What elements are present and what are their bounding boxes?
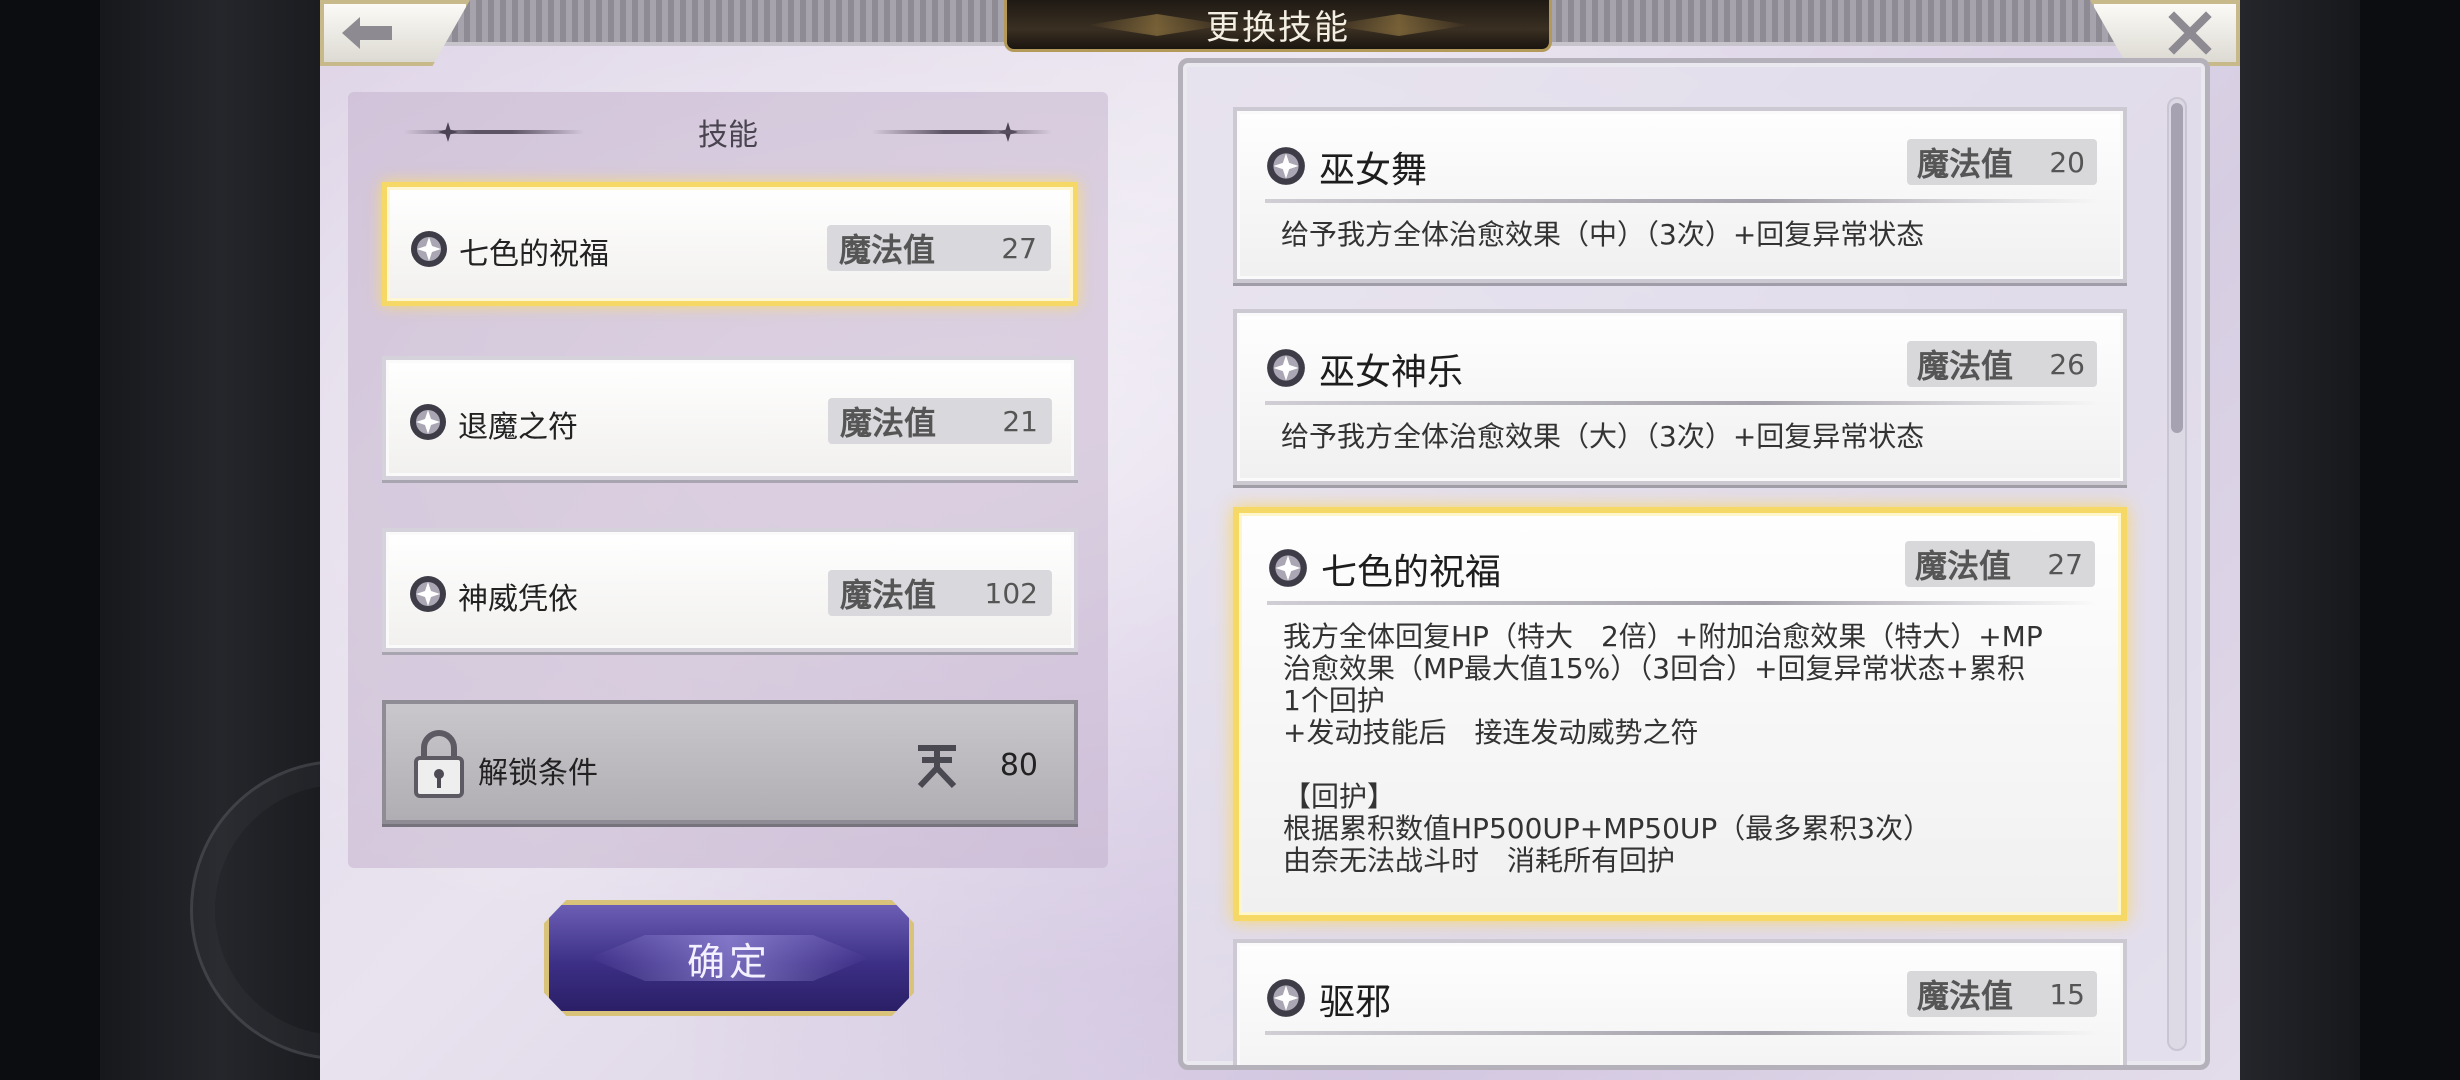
tian-emblem-icon [917,745,957,789]
skill-card-3[interactable]: 七色的祝福 魔法值 27 我方全体回复HP（特大 2倍）+附加治愈效果（特大）+… [1233,507,2127,921]
close-icon [2168,11,2212,55]
skill-card-1[interactable]: 巫女舞 魔法值 20 给予我方全体治愈效果（中）（3次）+回复异常状态 [1233,107,2127,283]
skill-gear-icon [410,404,446,440]
mp-cost-box: 魔法值 26 [1907,341,2097,387]
skill-description: 我方全体回复HP（特大 2倍）+附加治愈效果（特大）+MP 治愈效果（MP最大值… [1283,620,2043,877]
close-button[interactable] [2090,0,2240,66]
skill-name: 七色的祝福 [459,237,609,272]
mp-cost-value: 26 [2049,347,2085,381]
skill-gear-icon [1267,147,1305,185]
equipped-skill-slot-1[interactable]: 七色的祝福 魔法值 27 [382,182,1078,306]
back-button[interactable] [320,0,470,66]
panel-header: 技能 [348,112,1108,153]
skill-gear-icon [1267,979,1305,1017]
mp-cost-box: 魔法值 21 [828,398,1052,444]
confirm-label: 确定 [686,939,771,984]
locked-skill-slot[interactable]: 解锁条件 80 [382,700,1078,824]
confirm-button[interactable]: 确定 [544,900,914,1016]
skill-gear-icon [410,576,446,612]
scrollbar-thumb[interactable] [2171,103,2183,433]
mp-cost-box: 魔法值 27 [1905,541,2095,587]
skill-name: 神威凭依 [458,582,578,617]
unlock-condition-value: 80 [999,748,1038,783]
unlock-condition-label: 解锁条件 [478,756,598,791]
skill-gear-icon [1267,349,1305,387]
skill-name: 退魔之符 [458,410,578,445]
skill-card-2[interactable]: 巫女神乐 魔法值 26 给予我方全体治愈效果（大）（3次）+回复异常状态 [1233,309,2127,485]
mp-cost-value: 102 [984,576,1038,610]
mp-cost-box: 魔法值 102 [828,570,1052,616]
equipped-skill-slot-2[interactable]: 退魔之符 魔法值 21 [382,356,1078,480]
scrollbar[interactable] [2167,97,2187,1051]
mp-cost-value: 20 [2049,145,2085,179]
arrow-left-icon [342,17,392,49]
panel-header-label: 技能 [698,118,758,153]
title-plate: 更换技能 [1004,0,1552,52]
skill-name: 七色的祝福 [1321,552,1502,593]
skill-description: 给予我方全体治愈效果（大）（3次）+回复异常状态 [1281,420,1925,453]
page-title: 更换技能 [1206,8,1350,48]
left-dark-backdrop [100,0,490,1080]
equipped-skill-slot-3[interactable]: 神威凭依 魔法值 102 [382,528,1078,652]
mp-cost-value: 21 [1002,404,1038,438]
skill-name: 驱邪 [1319,982,1392,1023]
skill-name: 巫女神乐 [1319,352,1464,393]
mp-cost-value: 27 [2047,547,2083,581]
mp-cost-box: 魔法值 15 [1907,971,2097,1017]
skill-card-4[interactable]: 驱邪 魔法值 15 [1233,939,2127,1065]
mp-cost-value: 15 [2049,977,2085,1011]
skill-name: 巫女舞 [1319,150,1428,191]
skill-gear-icon [1269,549,1307,587]
mp-cost-value: 27 [1001,231,1037,265]
padlock-icon [414,730,464,798]
equipped-skills-panel: 技能 七色的祝福 魔法值 27 退魔之符 魔法值 21 神威凭依 魔法值 102… [348,92,1108,868]
mp-cost-box: 魔法值 20 [1907,139,2097,185]
skill-gear-icon [411,231,447,267]
skill-change-window: 更换技能 技能 七色的祝福 魔法值 27 退魔之符 魔法值 21 神威凭依 魔法… [320,0,2240,1080]
skill-description: 给予我方全体治愈效果（中）（3次）+回复异常状态 [1281,218,1925,251]
skill-list-panel[interactable]: 巫女舞 魔法值 20 给予我方全体治愈效果（中）（3次）+回复异常状态 巫女神乐… [1178,58,2210,1070]
mp-cost-box: 魔法值 27 [827,225,1051,271]
